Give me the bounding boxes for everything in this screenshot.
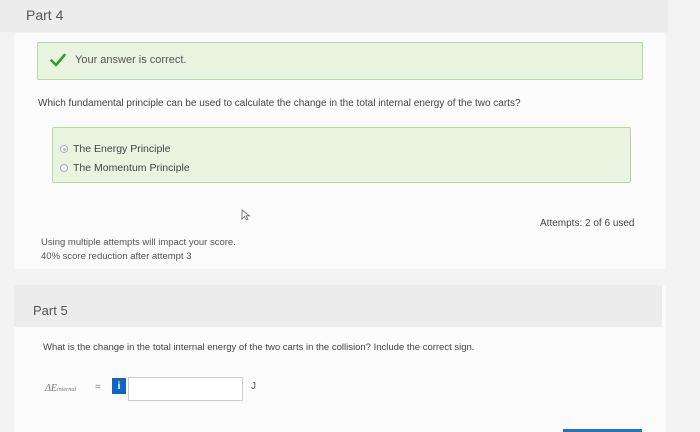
option-label: The Momentum Principle: [73, 162, 190, 174]
unit-label: J: [251, 381, 256, 392]
option-momentum-principle[interactable]: The Momentum Principle: [60, 161, 190, 175]
part4-question: Which fundamental principle can be used …: [38, 98, 521, 109]
attempts-counter: Attempts: 2 of 6 used: [540, 218, 635, 229]
part5-header: [14, 285, 662, 327]
equals-sign: =: [95, 382, 101, 393]
answer-options: The Energy Principle The Momentum Princi…: [52, 127, 631, 183]
part4-header: Part 4: [0, 0, 668, 32]
check-icon: [50, 53, 66, 67]
attempts-note-line2: 40% score reduction after attempt 3: [41, 251, 192, 262]
attempts-note: Using multiple attempts will impact your…: [41, 236, 236, 264]
option-label: The Energy Principle: [73, 143, 171, 155]
part5-question: What is the change in the total internal…: [43, 342, 475, 353]
radio-button[interactable]: [60, 164, 68, 172]
page: Part 4 Your answer is correct. Which fun…: [0, 0, 700, 432]
energy-variable-subscript: internal: [56, 387, 76, 393]
cursor-icon: [241, 209, 251, 221]
option-energy-principle[interactable]: The Energy Principle: [60, 142, 170, 156]
feedback-text: Your answer is correct.: [75, 54, 187, 66]
part4-title: Part 4: [26, 7, 64, 23]
part5-title: Part 5: [33, 303, 68, 318]
attempts-note-line1: Using multiple attempts will impact your…: [41, 237, 236, 248]
answer-input[interactable]: [128, 377, 243, 401]
correct-feedback-banner: Your answer is correct.: [37, 42, 643, 80]
energy-variable-label: ΔEinternal: [45, 383, 76, 394]
energy-variable-main: ΔE: [45, 383, 57, 394]
info-icon[interactable]: i: [112, 378, 126, 394]
radio-button[interactable]: [60, 145, 68, 153]
